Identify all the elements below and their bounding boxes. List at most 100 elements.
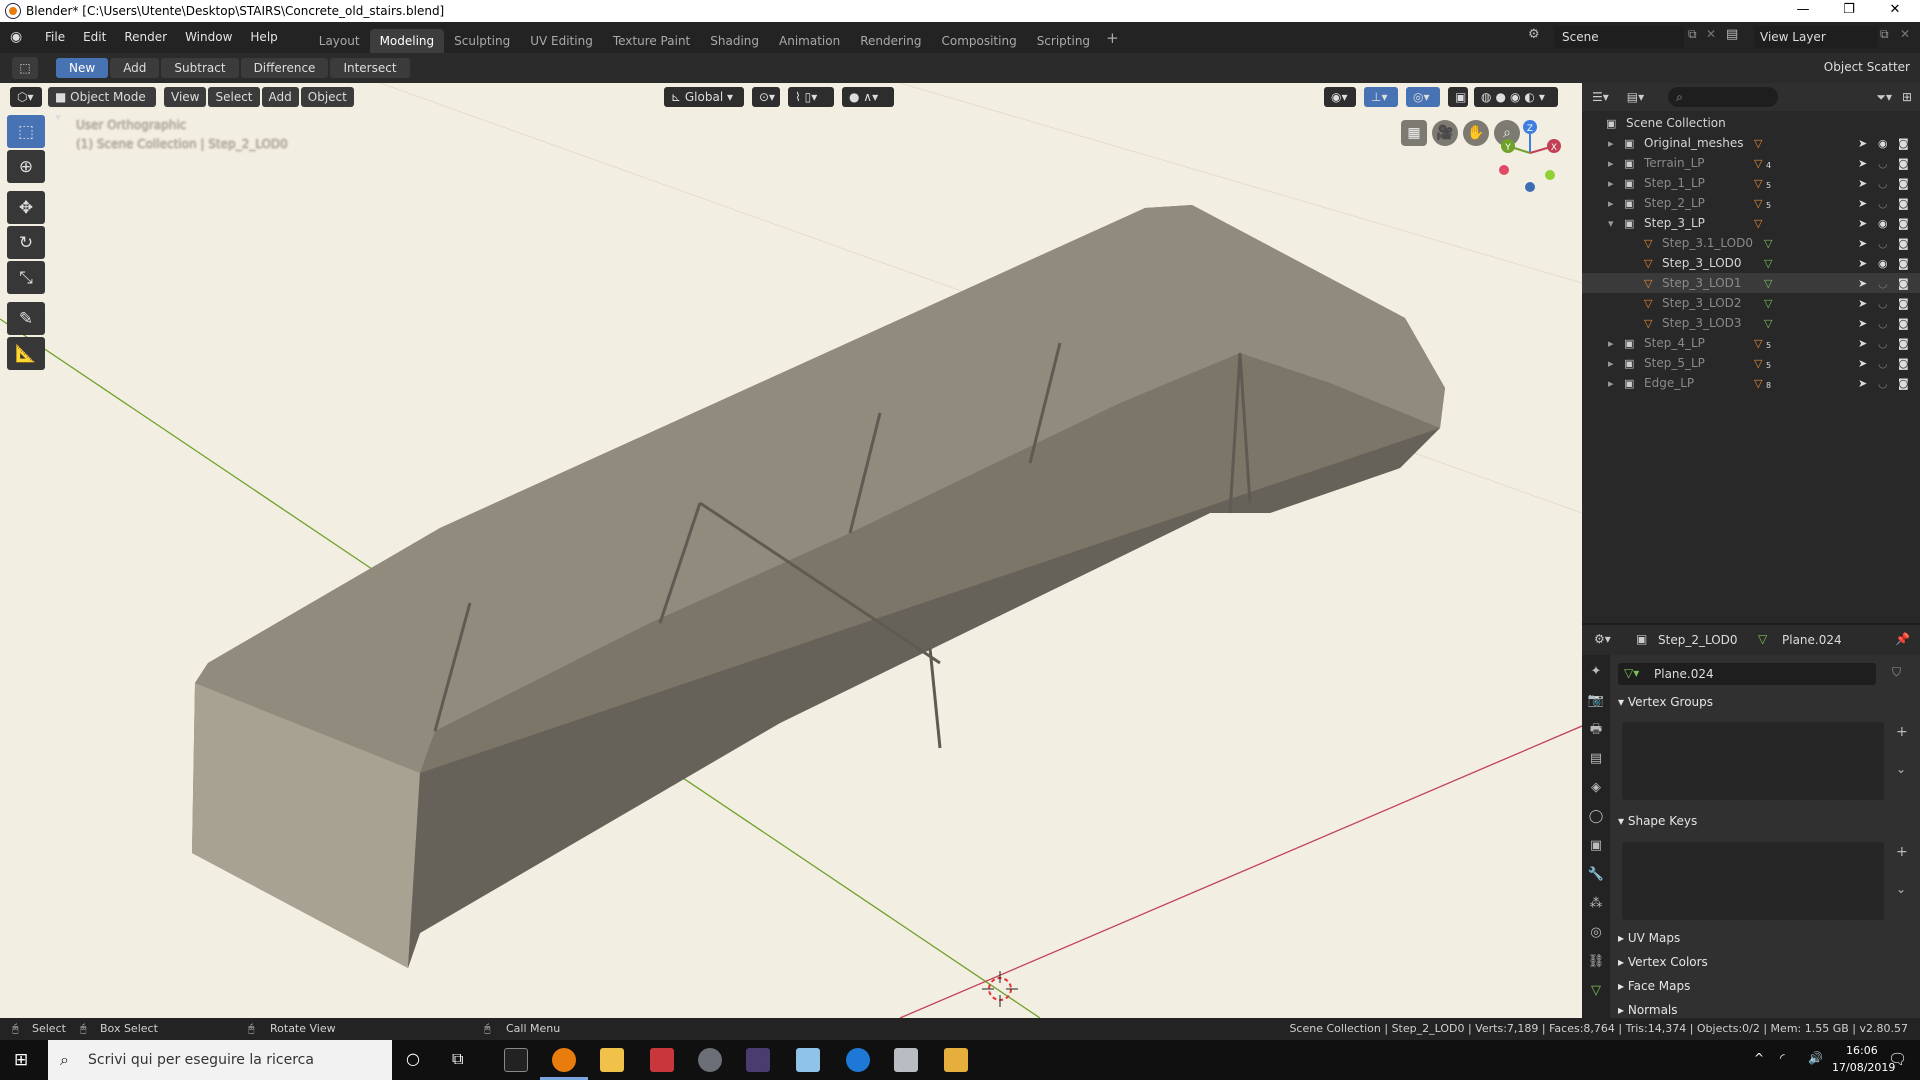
tab-compositing[interactable]: Compositing [931, 29, 1026, 53]
select-tool-icon[interactable]: ⬚ [7, 115, 45, 148]
outliner-root[interactable]: ▣ Scene Collection [1582, 113, 1920, 133]
snapping-icon[interactable]: ⌇ ▯▾ [788, 87, 834, 107]
selectable-toggle-icon[interactable]: ➤ [1858, 257, 1867, 270]
world-tab-icon[interactable]: ◯ [1585, 806, 1607, 828]
grid-view-icon[interactable]: ▦ [1401, 120, 1427, 146]
add-shape-key-icon[interactable]: + [1896, 844, 1908, 860]
mail-app-icon[interactable] [894, 1048, 918, 1072]
render-camera-icon[interactable]: ◙ [1898, 317, 1909, 330]
visibility-eye-icon[interactable]: ◉ [1878, 217, 1888, 230]
annotate-tool-icon[interactable]: ✎ [7, 302, 45, 335]
selectable-toggle-icon[interactable]: ➤ [1858, 297, 1867, 310]
menu-select[interactable]: Select [208, 87, 260, 107]
mesh-datablock-field[interactable]: ▽▾ Plane.024 [1618, 663, 1876, 685]
volume-icon[interactable]: 🔊 [1808, 1051, 1823, 1065]
output-tab-icon[interactable]: 🖶 [1585, 719, 1607, 741]
marmoset-app-icon[interactable] [650, 1048, 674, 1072]
proportional-edit-icon[interactable]: ● ∧▾ [842, 87, 894, 107]
selectable-toggle-icon[interactable]: ➤ [1858, 237, 1867, 250]
selectable-toggle-icon[interactable]: ➤ [1858, 177, 1867, 190]
visibility-eye-icon[interactable]: ◡ [1878, 317, 1888, 330]
rotate-tool-icon[interactable]: ↻ [7, 226, 45, 259]
properties-editor-icon[interactable]: ⚙▾ [1594, 632, 1611, 646]
outliner-row[interactable]: ▸ ▣ Step_4_LP ▽ 5 ➤ ◡ ◙ [1582, 333, 1920, 353]
scene-tab-icon[interactable]: ◈ [1585, 777, 1607, 799]
scale-tool-icon[interactable]: ⤡ [7, 261, 45, 294]
section-vertex-colors[interactable]: ▸ Vertex Colors [1618, 951, 1916, 973]
selectable-toggle-icon[interactable]: ➤ [1858, 357, 1867, 370]
render-camera-icon[interactable]: ◙ [1898, 377, 1909, 390]
visibility-eye-icon[interactable]: ◡ [1878, 237, 1888, 250]
mode-selector[interactable]: ■ Object Mode ▾ [48, 87, 156, 124]
display-mode-icon[interactable]: ▤▾ [1627, 90, 1644, 104]
render-camera-icon[interactable]: ◙ [1898, 217, 1909, 230]
visibility-eye-icon[interactable]: ◡ [1878, 277, 1888, 290]
outliner-row[interactable]: ▸ ▣ Step_1_LP ▽ 5 ➤ ◡ ◙ [1582, 173, 1920, 193]
overlays-toggle-icon[interactable]: ◎▾ [1406, 87, 1440, 107]
selectable-toggle-icon[interactable]: ➤ [1858, 277, 1867, 290]
file-explorer-icon[interactable] [600, 1048, 624, 1072]
windows-start-icon[interactable]: ⊞ [14, 1050, 28, 1070]
render-camera-icon[interactable]: ◙ [1898, 157, 1909, 170]
outliner-row[interactable]: ▸ ▣ Step_5_LP ▽ 5 ➤ ◡ ◙ [1582, 353, 1920, 373]
task-view-icon[interactable]: ⧉ [452, 1049, 463, 1069]
outliner-row[interactable]: ▸ ▣ Original_meshes ▽ ➤ ◉ ◙ [1582, 133, 1920, 153]
selectable-toggle-icon[interactable]: ➤ [1858, 157, 1867, 170]
expand-arrow-icon[interactable]: ▾ [1608, 217, 1614, 230]
menu-render[interactable]: Render [115, 22, 176, 53]
pin-icon[interactable]: 📌 [1895, 632, 1910, 646]
menu-window[interactable]: Window [176, 22, 241, 53]
visibility-eye-icon[interactable]: ◡ [1878, 377, 1888, 390]
delete-scene-icon[interactable]: ✕ [1706, 27, 1716, 41]
outliner-row[interactable]: ▽ Step_3.1_LOD0 ▽ ➤ ◡ ◙ [1582, 233, 1920, 253]
tab-modeling[interactable]: Modeling [369, 29, 445, 53]
pivot-point-icon[interactable]: ⊙▾ [752, 87, 780, 107]
menu-help[interactable]: Help [241, 22, 286, 53]
section-uv-maps[interactable]: ▸ UV Maps [1618, 927, 1916, 949]
selectable-toggle-icon[interactable]: ➤ [1858, 217, 1867, 230]
collapse-arrow-icon[interactable]: ▸ [1608, 137, 1614, 150]
visibility-eye-icon[interactable]: ◉ [1878, 137, 1888, 150]
blender-app-icon[interactable] [552, 1048, 576, 1072]
render-camera-icon[interactable]: ◙ [1898, 357, 1909, 370]
collapse-arrow-icon[interactable]: ▸ [1608, 357, 1614, 370]
outliner-editor-icon[interactable]: ☰▾ [1592, 90, 1609, 104]
select-box-tool-icon[interactable]: ⬚ [12, 57, 38, 79]
render-camera-icon[interactable]: ◙ [1898, 337, 1909, 350]
visibility-eye-icon[interactable]: ◉ [1878, 257, 1888, 270]
tab-shading[interactable]: Shading [700, 29, 769, 53]
filter-icon[interactable]: ⏷▾ [1876, 90, 1892, 105]
menu-file[interactable]: File [36, 22, 74, 53]
visibility-eye-icon[interactable]: ◡ [1878, 177, 1888, 190]
new-view-layer-icon[interactable]: ⧉ [1880, 27, 1889, 42]
menu-edit[interactable]: Edit [74, 22, 115, 53]
scene-selector[interactable]: Scene [1554, 26, 1684, 48]
restore-icon[interactable]: ❐ [1826, 0, 1872, 22]
close-icon[interactable]: ✕ [1872, 0, 1918, 22]
camera-view-icon[interactable]: 🎥 [1432, 120, 1458, 146]
intersect-button[interactable]: Intersect [330, 58, 410, 78]
menu-add[interactable]: Add [261, 87, 299, 107]
blender-menu-icon[interactable]: ◉ [10, 29, 28, 47]
tool-tab-icon[interactable]: ✦ [1585, 661, 1607, 683]
section-vertex-groups[interactable]: ▾ Vertex Groups [1618, 691, 1916, 713]
render-camera-icon[interactable]: ◙ [1898, 197, 1909, 210]
clock-time[interactable]: 16:06 [1846, 1044, 1878, 1057]
render-camera-icon[interactable]: ◙ [1898, 297, 1909, 310]
visibility-eye-icon[interactable]: ◡ [1878, 337, 1888, 350]
gizmo-toggle-icon[interactable]: ⊥▾ [1364, 87, 1398, 107]
minimize-icon[interactable]: — [1780, 0, 1826, 22]
new-button[interactable]: New [56, 58, 109, 78]
visibility-eye-icon[interactable]: ◡ [1878, 297, 1888, 310]
shape-key-specials-icon[interactable]: ⌄ [1896, 882, 1906, 896]
render-camera-icon[interactable]: ◙ [1898, 137, 1909, 150]
tab-layout[interactable]: Layout [309, 29, 370, 53]
cursor-tool-icon[interactable]: ⊕ [7, 150, 45, 183]
notes-app-icon[interactable] [796, 1048, 820, 1072]
section-shape-keys[interactable]: ▾ Shape Keys [1618, 810, 1916, 832]
selectable-toggle-icon[interactable]: ➤ [1858, 377, 1867, 390]
collapse-arrow-icon[interactable]: ▸ [1608, 197, 1614, 210]
modifier-tab-icon[interactable]: 🔧 [1585, 864, 1607, 886]
selectable-toggle-icon[interactable]: ➤ [1858, 197, 1867, 210]
photo-app-icon[interactable] [746, 1048, 770, 1072]
